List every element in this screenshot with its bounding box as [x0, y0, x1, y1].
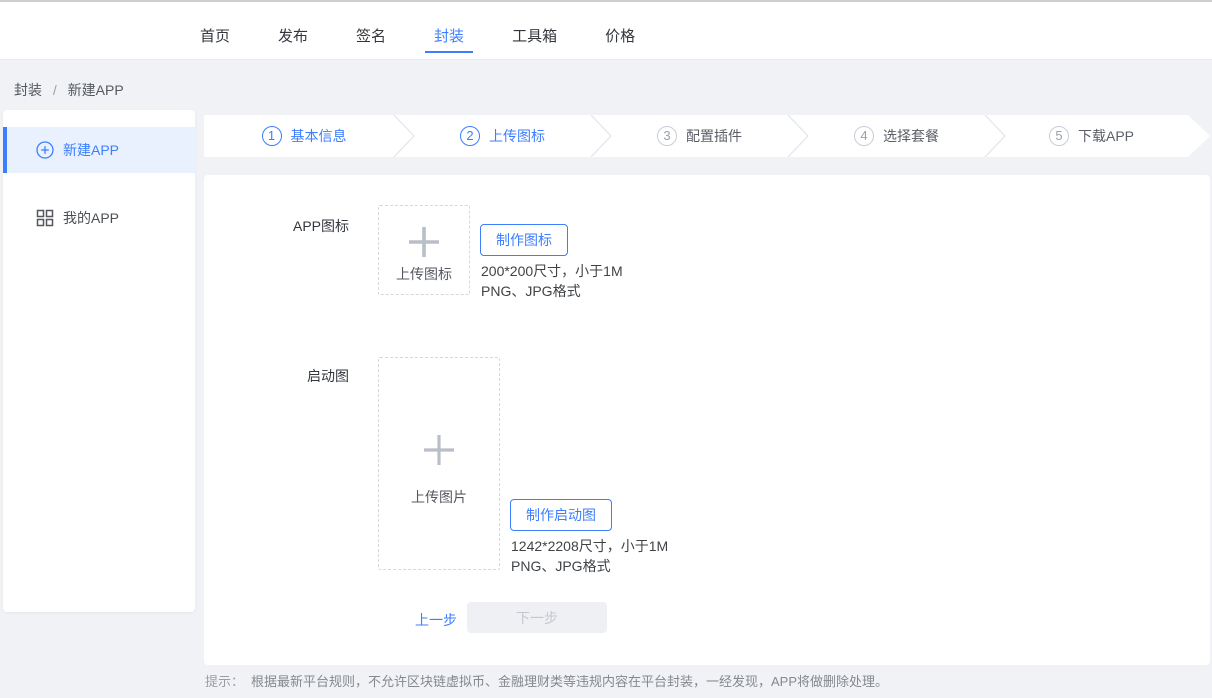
grid-icon [36, 209, 54, 227]
step-select-plan: 4 选择套餐 [798, 115, 995, 157]
chevron-right-icon [983, 115, 1007, 157]
breadcrumb-section[interactable]: 封装 [14, 82, 42, 98]
launch-image-hint: 1242*2208尺寸，小于1M PNG、JPG格式 [511, 536, 668, 576]
launch-image-upload-box[interactable]: 上传图片 [378, 357, 500, 570]
nav-item-toolbox[interactable]: 工具箱 [503, 2, 566, 59]
circle-plus-icon [36, 141, 54, 159]
breadcrumb-current: 新建APP [68, 82, 124, 98]
sidebar-item-label: 我的APP [63, 208, 119, 228]
upload-icon-text: 上传图标 [396, 264, 452, 284]
nav-item-price[interactable]: 价格 [596, 2, 644, 59]
nav-item-home[interactable]: 首页 [191, 2, 239, 59]
tip-label: 提示： [205, 674, 244, 689]
sidebar-item-my-app[interactable]: 我的APP [3, 195, 195, 241]
next-step-button[interactable]: 下一步 [467, 602, 607, 633]
step-number-badge: 3 [657, 126, 677, 146]
main-nav: 首页 发布 签名 封装 工具箱 价格 [0, 2, 1212, 59]
app-icon-size-hint: 200*200尺寸，小于1M [481, 261, 623, 281]
plus-icon [409, 227, 439, 257]
step-configure-plugin: 3 配置插件 [601, 115, 798, 157]
nav-item-signature[interactable]: 签名 [347, 2, 395, 59]
step-basic-info: 1 基本信息 [204, 115, 404, 157]
app-icon-hint: 200*200尺寸，小于1M PNG、JPG格式 [481, 261, 623, 301]
step-number-badge: 4 [854, 126, 874, 146]
plus-icon [424, 435, 454, 465]
upload-icon-panel: APP图标 上传图标 制作图标 200*200尺寸，小于1M PNG、JPG格式… [204, 175, 1210, 665]
step-number-badge: 1 [262, 126, 282, 146]
breadcrumb: 封装 / 新建APP [14, 80, 124, 100]
sidebar-item-new-app[interactable]: 新建APP [3, 127, 195, 173]
upload-image-text: 上传图片 [411, 487, 467, 507]
nav-item-publish[interactable]: 发布 [269, 2, 317, 59]
step-number-badge: 2 [460, 126, 480, 146]
footer-tip: 提示： 根据最新平台规则，不允许区块链虚拟币、金融理财类等违规内容在平台封装，一经… [205, 671, 888, 690]
step-upload-icon: 2 上传图标 [404, 115, 601, 157]
step-download-app: 5 下载APP [995, 115, 1210, 157]
top-header: 首页 发布 签名 封装 工具箱 价格 [0, 0, 1212, 60]
chevron-right-icon [392, 115, 416, 157]
make-icon-button[interactable]: 制作图标 [480, 224, 568, 256]
steps-wizard: 1 基本信息 2 上传图标 3 配置插件 4 选择套餐 5 下载APP [204, 115, 1210, 157]
sidebar-item-label: 新建APP [63, 140, 119, 160]
app-icon-upload-box[interactable]: 上传图标 [378, 205, 470, 295]
app-icon-format-hint: PNG、JPG格式 [481, 281, 623, 301]
chevron-right-icon [589, 115, 613, 157]
launch-image-field-label: 启动图 [204, 366, 349, 386]
sidebar: 新建APP 我的APP [3, 110, 195, 612]
tip-text: 根据最新平台规则，不允许区块链虚拟币、金融理财类等违规内容在平台封装，一经发现，… [251, 674, 888, 689]
prev-step-link[interactable]: 上一步 [415, 610, 457, 630]
chevron-right-icon [786, 115, 810, 157]
step-number-badge: 5 [1049, 126, 1069, 146]
breadcrumb-separator: / [53, 82, 57, 98]
launch-image-size-hint: 1242*2208尺寸，小于1M [511, 536, 668, 556]
app-icon-field-label: APP图标 [204, 216, 349, 236]
launch-image-format-hint: PNG、JPG格式 [511, 556, 668, 576]
nav-item-package-active[interactable]: 封装 [425, 2, 473, 59]
make-launch-image-button[interactable]: 制作启动图 [510, 499, 612, 531]
